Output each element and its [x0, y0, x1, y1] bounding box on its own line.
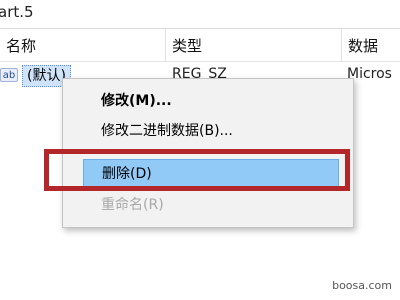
column-header-data[interactable]: 数据 [342, 29, 400, 61]
column-header-name[interactable]: 名称 [0, 29, 166, 61]
annotation-highlight-box [44, 149, 350, 191]
menu-item-modify[interactable]: 修改(M)... [65, 87, 349, 115]
address-bar[interactable]: art.5 [0, 0, 400, 29]
path-text: art.5 [0, 3, 34, 21]
string-value-icon: ab [0, 68, 18, 82]
menu-item-rename: 重命名(R) [101, 197, 164, 213]
column-header-type[interactable]: 类型 [166, 29, 342, 61]
watermark: boosa.com [332, 279, 392, 292]
column-header-row: 名称 类型 数据 [0, 29, 400, 62]
menu-item-modify-binary[interactable]: 修改二进制数据(B)... [65, 117, 349, 145]
